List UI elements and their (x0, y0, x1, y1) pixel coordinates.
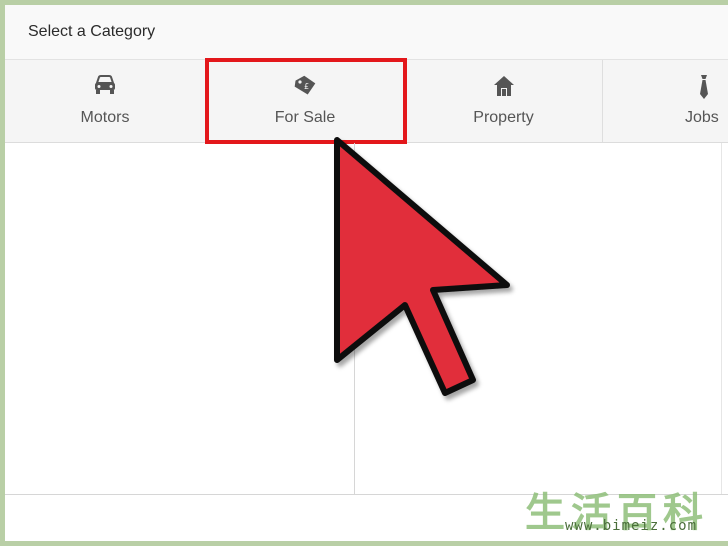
cursor-arrow-icon (325, 125, 525, 415)
tab-motors[interactable]: Motors (5, 60, 206, 142)
tab-jobs[interactable]: Jobs (603, 60, 728, 142)
watermark: 生活百科 www.bimeiz.com (525, 480, 725, 540)
tab-label: Jobs (685, 109, 719, 126)
house-icon (493, 74, 515, 103)
category-header: Select a Category (5, 5, 728, 60)
tab-label: Motors (80, 109, 130, 126)
watermark-url: www.bimeiz.com (565, 518, 698, 534)
car-icon (93, 74, 117, 101)
tie-icon (698, 74, 710, 105)
page-title: Select a Category (28, 23, 156, 40)
divider (721, 143, 722, 494)
